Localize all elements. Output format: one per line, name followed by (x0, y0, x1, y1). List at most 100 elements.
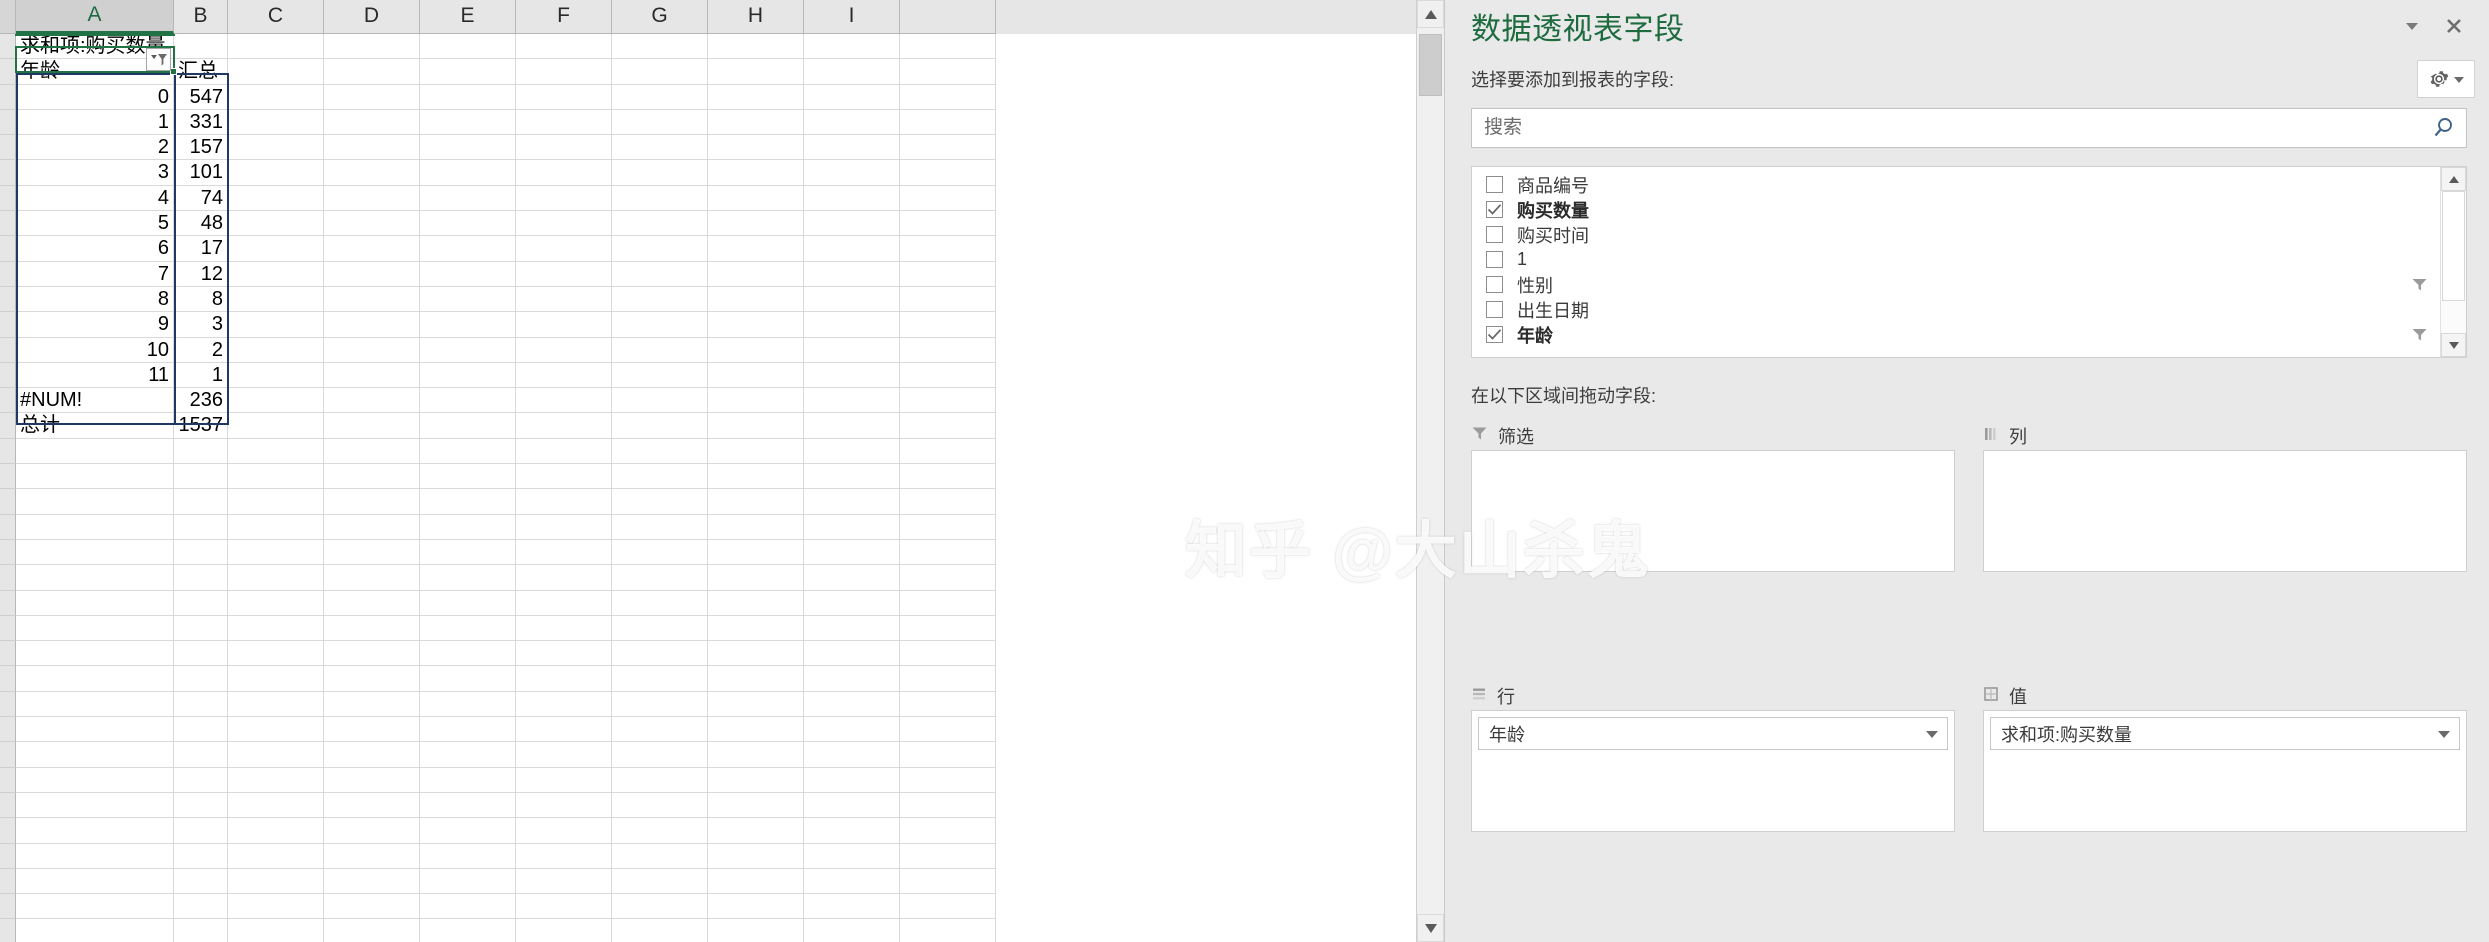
grid-cell[interactable] (228, 337, 324, 363)
grid-cell[interactable] (228, 464, 324, 490)
grid-cell[interactable] (324, 641, 420, 667)
grid-cell[interactable] (16, 615, 174, 642)
grid-cell[interactable] (420, 185, 516, 212)
grid-cell[interactable] (228, 843, 324, 869)
grid-cell[interactable] (420, 286, 516, 313)
grid-cell[interactable] (612, 464, 708, 490)
grid-cell[interactable] (900, 59, 996, 85)
grid-cell[interactable] (174, 489, 228, 515)
grid-cell[interactable] (612, 312, 708, 338)
pivot-value-cell[interactable] (174, 34, 228, 60)
grid-cell[interactable] (174, 641, 228, 667)
grid-cell[interactable] (612, 84, 708, 110)
drop-zone[interactable]: 值求和项:购买数量 (1969, 682, 2467, 840)
grid-cell[interactable] (228, 691, 324, 718)
grid-cell[interactable] (324, 919, 420, 942)
field-checkbox[interactable] (1486, 301, 1503, 318)
grid-cell[interactable] (16, 717, 174, 743)
grid-cell[interactable] (804, 135, 900, 161)
scroll-down-button[interactable] (1417, 914, 1444, 942)
grid-cell[interactable] (324, 236, 420, 262)
grid-cell[interactable] (420, 261, 516, 287)
grid-cell[interactable] (804, 312, 900, 338)
grid-cell[interactable] (804, 615, 900, 642)
grid-cell[interactable] (516, 565, 612, 591)
grid-cell[interactable] (708, 590, 804, 616)
grid-cell[interactable] (324, 160, 420, 186)
pivot-value-cell[interactable]: 48 (174, 211, 228, 237)
grid-cell[interactable] (516, 337, 612, 363)
grid-cell[interactable] (516, 590, 612, 616)
field-filter-button[interactable] (2406, 276, 2432, 293)
grid-cell[interactable] (804, 59, 900, 85)
grid-cell[interactable] (804, 413, 900, 439)
grid-cell[interactable] (900, 438, 996, 465)
grid-cell[interactable] (804, 843, 900, 869)
grid-cell[interactable] (324, 34, 420, 60)
row-header[interactable] (0, 767, 16, 793)
grid-cell[interactable] (420, 868, 516, 895)
grid-cell[interactable] (324, 211, 420, 237)
grid-cell[interactable] (900, 919, 996, 942)
grid-cell[interactable] (900, 160, 996, 186)
grid-cell[interactable] (16, 742, 174, 768)
grid-cell[interactable] (16, 539, 174, 566)
grid-cell[interactable] (612, 185, 708, 212)
drop-zone-body[interactable] (1471, 450, 1955, 572)
row-header[interactable] (0, 135, 16, 161)
grid-cell[interactable] (16, 666, 174, 692)
grid-cell[interactable] (324, 438, 420, 465)
pivot-row-label-cell[interactable]: 2 (16, 135, 174, 161)
grid-cell[interactable] (900, 489, 996, 515)
field-checkbox[interactable] (1486, 251, 1503, 268)
grid-cell[interactable] (516, 489, 612, 515)
column-header-i[interactable]: I (804, 0, 900, 34)
pivot-value-cell[interactable]: 2 (174, 337, 228, 363)
grid-cell[interactable] (516, 767, 612, 793)
grid-cell[interactable] (420, 742, 516, 768)
grid-cell[interactable] (516, 362, 612, 389)
row-header[interactable] (0, 388, 16, 414)
grid-cell[interactable] (900, 691, 996, 718)
grid-cell[interactable] (612, 919, 708, 942)
grid-cell[interactable] (804, 236, 900, 262)
grid-cell[interactable] (174, 666, 228, 692)
row-header[interactable] (0, 514, 16, 540)
grid-cell[interactable] (420, 919, 516, 942)
field-list[interactable]: 商品编号 购买数量 购买时间 1 性别 出生日期 年龄 (1472, 167, 2440, 357)
grid-cell[interactable] (420, 489, 516, 515)
grid-cell[interactable] (804, 717, 900, 743)
grid-cell[interactable] (804, 590, 900, 616)
grid-cell[interactable] (516, 742, 612, 768)
row-header[interactable] (0, 539, 16, 566)
grid-cell[interactable] (804, 767, 900, 793)
grid-cell[interactable] (324, 868, 420, 895)
grid-cell[interactable] (708, 868, 804, 895)
grid-cell[interactable] (16, 767, 174, 793)
scroll-up-button[interactable] (1417, 0, 1444, 28)
grid-cell[interactable] (804, 539, 900, 566)
grid-cell[interactable] (516, 312, 612, 338)
grid-cell[interactable] (420, 565, 516, 591)
field-filter-button[interactable] (2406, 326, 2432, 343)
grid-cell[interactable] (708, 135, 804, 161)
grid-cell[interactable] (324, 489, 420, 515)
grid-cell[interactable] (612, 818, 708, 844)
grid-cell[interactable] (324, 464, 420, 490)
grid-cell[interactable] (16, 514, 174, 540)
grid-cell[interactable] (708, 362, 804, 389)
grid-cell[interactable] (516, 464, 612, 490)
grid-cell[interactable] (516, 185, 612, 212)
grid-cell[interactable] (174, 742, 228, 768)
grid-cell[interactable] (804, 818, 900, 844)
grid-cell[interactable] (420, 818, 516, 844)
grid-cell[interactable] (324, 539, 420, 566)
drop-zone[interactable]: 列 (1969, 422, 2467, 580)
row-header[interactable] (0, 109, 16, 136)
grid-cell[interactable] (612, 261, 708, 287)
pivot-value-cell[interactable]: 汇总 (174, 59, 228, 85)
grid-cell[interactable] (708, 919, 804, 942)
field-list-item[interactable]: 购买数量 (1472, 197, 2440, 222)
grid-cell[interactable] (324, 135, 420, 161)
grid-cell[interactable] (420, 211, 516, 237)
